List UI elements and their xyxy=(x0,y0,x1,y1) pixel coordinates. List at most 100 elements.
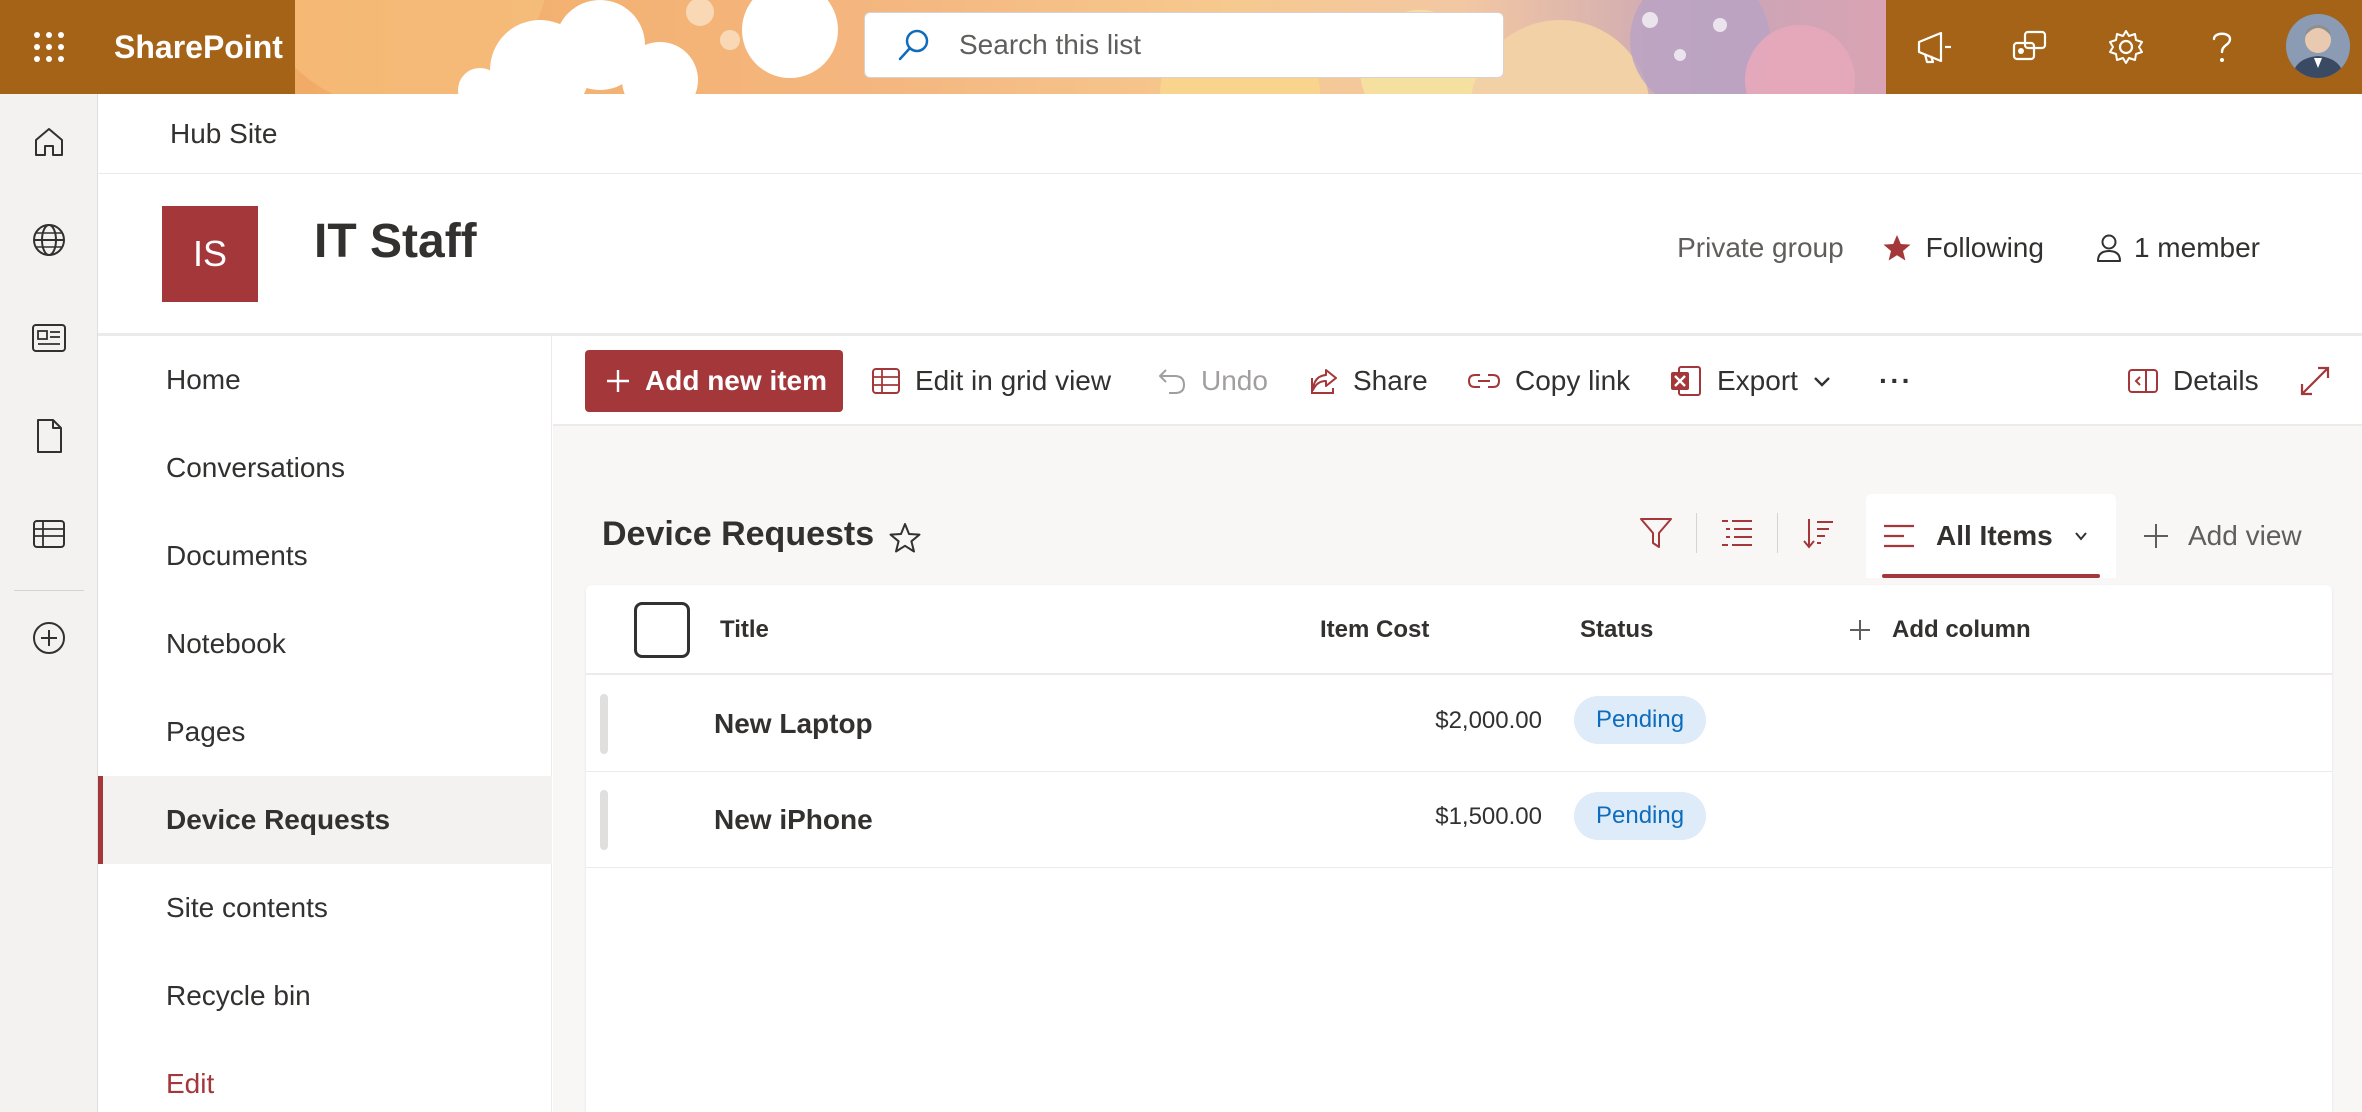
table-row[interactable]: New Laptop $2,000.00 Pending xyxy=(586,676,2332,772)
site-title[interactable]: IT Staff xyxy=(314,214,477,269)
settings-button[interactable] xyxy=(2078,0,2174,94)
appbar-home-button[interactable] xyxy=(0,102,98,182)
feedback-button[interactable] xyxy=(1886,0,1982,94)
nav-item-site-contents[interactable]: Site contents xyxy=(98,864,552,952)
active-view-indicator xyxy=(1882,574,2100,578)
star-outline-icon xyxy=(889,523,921,553)
list-title: Device Requests xyxy=(602,515,875,553)
row-item-cost: $1,500.00 xyxy=(1435,803,1542,830)
edit-grid-view-button[interactable]: Edit in grid view xyxy=(871,336,1111,426)
details-button[interactable]: Details xyxy=(2127,336,2259,426)
megaphone-icon xyxy=(1917,31,1951,64)
nav-item-conversations[interactable]: Conversations xyxy=(98,424,552,512)
privacy-label: Private group xyxy=(1677,232,1844,263)
person-icon xyxy=(2096,234,2121,262)
brand-area: SharePoint xyxy=(0,0,295,94)
fullscreen-button[interactable] xyxy=(2299,336,2331,426)
news-icon xyxy=(32,324,66,352)
export-button[interactable]: Export xyxy=(1669,336,1832,426)
share-label: Share xyxy=(1353,365,1428,396)
list-view: Title Item Cost Status Add column New La… xyxy=(586,585,2332,1112)
suite-actions xyxy=(1886,0,2362,94)
brand-link[interactable]: SharePoint xyxy=(114,0,283,94)
share-icon xyxy=(1311,369,1337,394)
user-avatar[interactable] xyxy=(2286,14,2350,78)
add-column-button[interactable]: Add column xyxy=(1848,585,2031,675)
help-button[interactable] xyxy=(2174,0,2270,94)
teams-chat-button[interactable] xyxy=(1982,0,2078,94)
column-header-status[interactable]: Status xyxy=(1580,585,1653,675)
more-actions-button[interactable]: ··· xyxy=(1879,336,1913,426)
column-header-title[interactable]: Title xyxy=(720,585,769,675)
gear-icon xyxy=(2109,30,2143,64)
sort-button[interactable] xyxy=(1778,493,1858,573)
view-lines-icon xyxy=(1884,524,1914,548)
nav-item-recycle-bin[interactable]: Recycle bin xyxy=(98,952,552,1040)
user-photo-icon xyxy=(2286,14,2350,78)
undo-button[interactable]: Undo xyxy=(1157,336,1268,426)
plus-icon xyxy=(1850,620,1870,640)
site-header: IS IT Staff Private group Following 1 me… xyxy=(98,174,2362,336)
appbar-create-button[interactable] xyxy=(0,598,98,678)
edit-grid-view-label: Edit in grid view xyxy=(915,365,1112,396)
search-placeholder: Search this list xyxy=(959,29,1142,60)
table-row[interactable]: New iPhone $1,500.00 Pending xyxy=(586,772,2332,868)
details-label: Details xyxy=(2173,365,2259,396)
select-all-checkbox[interactable] xyxy=(634,602,690,658)
members-label: 1 member xyxy=(2133,232,2260,263)
list-header-row: Title Item Cost Status Add column xyxy=(586,585,2332,675)
home-icon xyxy=(35,128,63,156)
copy-link-label: Copy link xyxy=(1515,365,1631,396)
favorite-list-button[interactable] xyxy=(888,521,922,555)
app-bar xyxy=(0,94,98,1112)
nav-item-pages[interactable]: Pages xyxy=(98,688,552,776)
status-badge: Pending xyxy=(1574,696,1707,744)
column-header-item-cost[interactable]: Item Cost xyxy=(1320,585,1429,675)
plus-icon xyxy=(607,370,629,392)
suite-bar: SharePoint Search this list xyxy=(0,0,2362,94)
site-logo[interactable]: IS xyxy=(162,206,258,302)
globe-icon xyxy=(33,224,65,256)
nav-item-documents[interactable]: Documents xyxy=(98,512,552,600)
document-icon xyxy=(37,419,62,453)
waffle-icon xyxy=(34,32,64,62)
search-box[interactable]: Search this list xyxy=(864,12,1504,78)
nav-item-device-requests[interactable]: Device Requests xyxy=(98,776,552,864)
group-by-button[interactable] xyxy=(1697,493,1777,573)
nav-item-home[interactable]: Home xyxy=(98,336,552,424)
chevron-down-icon xyxy=(2074,532,2087,541)
appbar-files-button[interactable] xyxy=(0,396,98,476)
hub-navigation: Hub Site xyxy=(98,94,2362,174)
view-selector[interactable]: All Items xyxy=(1866,494,2116,578)
row-item-cost: $2,000.00 xyxy=(1435,707,1542,734)
filter-icon xyxy=(1640,518,1672,548)
details-pane-icon xyxy=(2128,369,2158,393)
command-bar: Add new item Edit in grid view Undo Shar… xyxy=(553,336,2362,426)
excel-icon xyxy=(1671,366,1701,396)
follow-label: Following xyxy=(1925,232,2044,263)
site-navigation: Home Conversations Documents Notebook Pa… xyxy=(98,336,552,1112)
share-button[interactable]: Share xyxy=(1309,336,1428,426)
add-view-button[interactable]: Add view xyxy=(2142,494,2302,578)
status-badge: Pending xyxy=(1574,792,1707,840)
undo-label: Undo xyxy=(1201,365,1268,396)
hub-site-link[interactable]: Hub Site xyxy=(170,94,277,174)
plus-icon xyxy=(2144,524,2168,548)
list-icon xyxy=(33,520,65,548)
nav-edit-link[interactable]: Edit xyxy=(98,1040,552,1112)
appbar-lists-button[interactable] xyxy=(0,494,98,574)
app-launcher-button[interactable] xyxy=(0,0,98,94)
sort-icon xyxy=(1803,519,1833,549)
nav-item-notebook[interactable]: Notebook xyxy=(98,600,552,688)
filter-button[interactable] xyxy=(1616,493,1696,573)
chevron-down-icon xyxy=(1814,377,1830,387)
appbar-sites-button[interactable] xyxy=(0,200,98,280)
export-label: Export xyxy=(1717,365,1798,396)
members-button[interactable]: 1 member xyxy=(2096,232,2260,264)
appbar-news-button[interactable] xyxy=(0,298,98,378)
site-meta: Private group Following 1 member xyxy=(1677,232,2260,264)
follow-button[interactable]: Following xyxy=(1882,232,2044,264)
copy-link-button[interactable]: Copy link xyxy=(1467,336,1630,426)
add-circle-icon xyxy=(33,622,65,654)
add-new-item-button[interactable]: Add new item xyxy=(585,350,844,412)
